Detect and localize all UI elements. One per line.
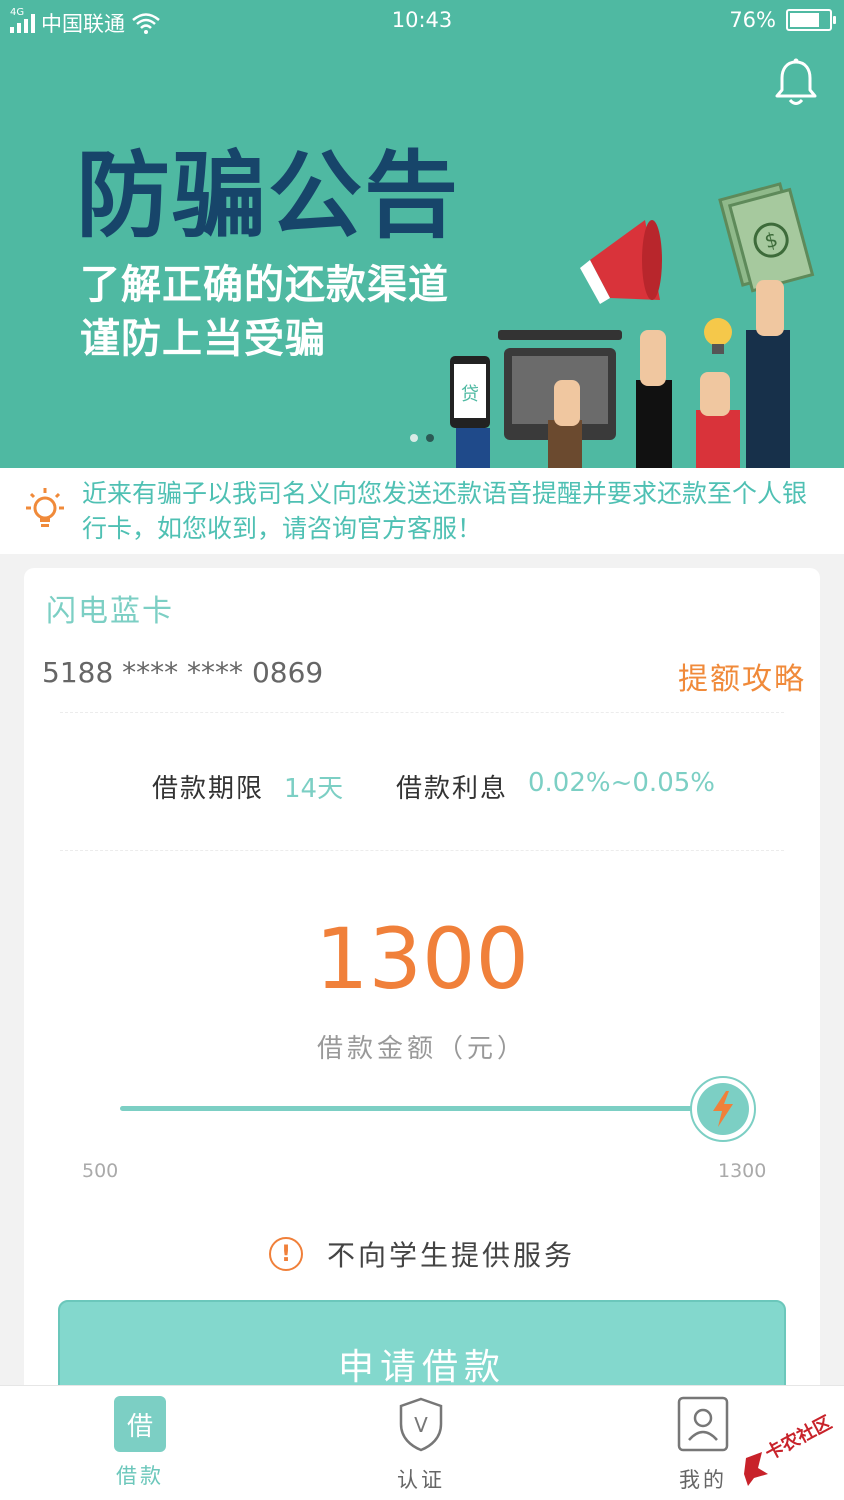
loan-amount: 1300 bbox=[315, 910, 529, 1008]
phone-icon: 贷 bbox=[450, 356, 490, 428]
battery-fill bbox=[790, 13, 819, 27]
raise-limit-link[interactable]: 提额攻略 bbox=[678, 654, 806, 698]
tab-certification[interactable]: V 认证 bbox=[361, 1396, 481, 1494]
banner-title: 防骗公告 bbox=[76, 142, 461, 251]
tab-loan-label: 借款 bbox=[116, 1464, 164, 1488]
promo-banner[interactable]: 4G 中国联通 10:43 76% 防骗公告 了解正确的还款渠道 谨防上当受骗 bbox=[0, 0, 844, 468]
divider bbox=[60, 712, 784, 713]
pagination-dot[interactable] bbox=[410, 434, 418, 442]
card-header: 闪电蓝卡 5188 **** **** 0869 提额攻略 bbox=[24, 568, 820, 710]
fraud-notice: 近来有骗子以我司名义向您发送还款语音提醒并要求还款至个人银行卡，如您收到，请咨询… bbox=[0, 468, 844, 554]
loan-amount-label: 借款金额（元） bbox=[316, 1034, 527, 1064]
status-bar: 4G 中国联通 10:43 76% bbox=[0, 0, 844, 44]
banner-illustration: $ 贷 bbox=[450, 182, 815, 468]
phone-badge: 贷 bbox=[461, 384, 479, 405]
lightning-icon bbox=[713, 1091, 733, 1127]
pagination-dot-active[interactable] bbox=[426, 434, 434, 442]
megaphone-icon bbox=[580, 220, 662, 304]
slider-max-label: 1300 bbox=[718, 1160, 767, 1182]
lightbulb-icon bbox=[26, 488, 64, 527]
lightbulb-illustration bbox=[704, 318, 732, 354]
slider-handle-inner bbox=[697, 1083, 749, 1135]
card-number: 5188 **** **** 0869 bbox=[42, 656, 324, 689]
shield-icon: V bbox=[399, 1397, 443, 1452]
loan-card: 借款期限 14天 借款利息 0.02%~0.05% 1300 借款金额（元） 5… bbox=[24, 710, 820, 1400]
warning-icon: ! bbox=[268, 1237, 303, 1271]
battery-icon bbox=[786, 9, 836, 31]
amount-slider-handle[interactable] bbox=[690, 1076, 756, 1142]
term-value: 14天 bbox=[284, 774, 344, 804]
tab-loan[interactable]: 借 借款 bbox=[80, 1396, 200, 1490]
amount-slider-track[interactable] bbox=[120, 1106, 740, 1111]
slider-min-label: 500 bbox=[82, 1160, 119, 1182]
divider bbox=[60, 850, 784, 851]
loan-icon: 借 bbox=[114, 1396, 166, 1452]
interest-label: 借款利息 bbox=[396, 774, 509, 804]
status-right: 76% bbox=[729, 8, 836, 32]
interest-value: 0.02%~0.05% bbox=[528, 768, 715, 798]
student-warning: ! 不向学生提供服务 bbox=[24, 1234, 820, 1274]
warning-text: 不向学生提供服务 bbox=[326, 1239, 575, 1272]
card-name: 闪电蓝卡 bbox=[46, 594, 174, 629]
loan-terms: 借款期限 14天 借款利息 0.02%~0.05% bbox=[24, 768, 820, 808]
notice-text: 近来有骗子以我司名义向您发送还款语音提醒并要求还款至个人银行卡，如您收到，请咨询… bbox=[82, 479, 808, 543]
shield-letter: V bbox=[414, 1413, 428, 1437]
status-time: 10:43 bbox=[391, 8, 453, 32]
battery-percent: 76% bbox=[729, 8, 776, 32]
banner-subtitle-1: 了解正确的还款渠道 bbox=[80, 262, 449, 308]
term-label: 借款期限 bbox=[152, 774, 265, 804]
bell-icon[interactable] bbox=[774, 58, 818, 108]
money-icon: $ bbox=[718, 182, 815, 293]
bottom-tab-bar: 借 借款 V 认证 我的 bbox=[0, 1385, 844, 1500]
tab-certification-label: 认证 bbox=[397, 1468, 445, 1492]
banner-pagination[interactable] bbox=[0, 434, 844, 442]
user-icon bbox=[677, 1396, 729, 1452]
banner-subtitle-2: 谨防上当受骗 bbox=[80, 316, 326, 362]
